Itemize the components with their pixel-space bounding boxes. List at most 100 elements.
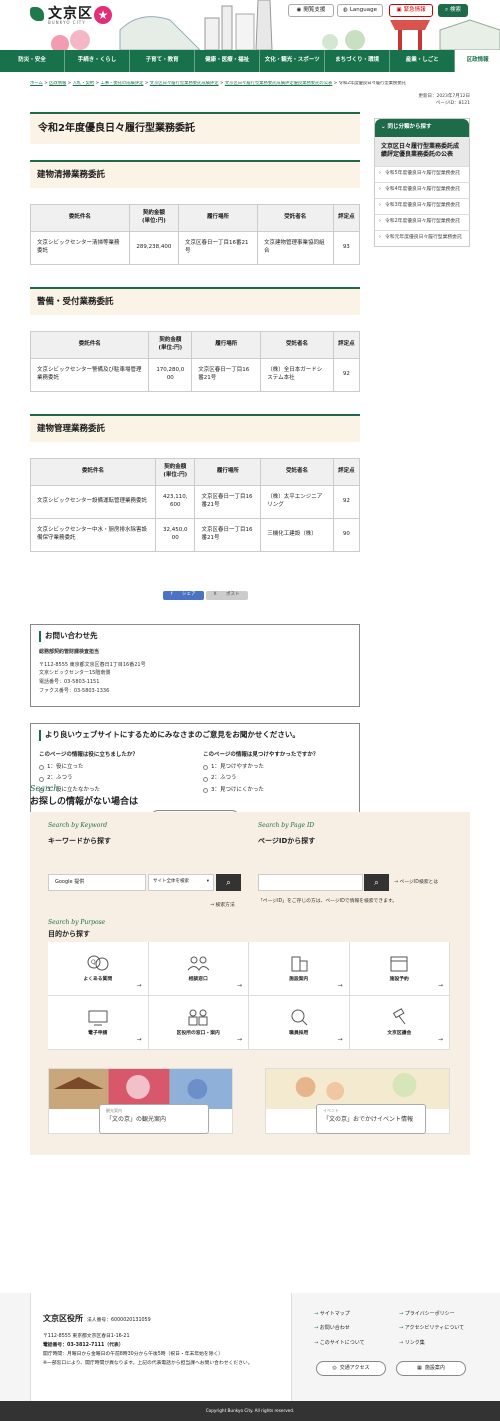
cell-place: 文京区春日一丁目16番21号 (178, 230, 258, 265)
gnav-item-culture[interactable]: 文化・観光・スポーツ (260, 50, 326, 72)
reading-support-button[interactable]: ◉ 閲覧支援 (288, 4, 334, 17)
pageid-input[interactable] (258, 874, 363, 891)
purpose-assembly[interactable]: 文京区議会 → (349, 996, 450, 1050)
gnav-item-health[interactable]: 健康・医療・福祉 (195, 50, 261, 72)
gnav-item-admin[interactable]: 区政情報 (455, 50, 500, 72)
sidebar-item[interactable]: 令和元年度優良日々履行型業務委託 (375, 229, 469, 246)
radio-option[interactable]: 1：見つけやすかった (203, 764, 353, 772)
keyword-search-button[interactable]: ⌕ (216, 874, 241, 891)
purpose-reservation[interactable]: 施設予約 → (349, 942, 450, 996)
arrow-right-icon: → (136, 1036, 142, 1044)
radio-button[interactable] (39, 765, 44, 771)
contact-title: お問い合わせ先 (39, 631, 351, 642)
sidebar-item[interactable]: 令和4年度優良日々履行型業務委託 (375, 181, 469, 198)
footer-link-about[interactable]: このサイトについて (314, 1340, 399, 1347)
gnav-item-childcare[interactable]: 子育て・教育 (130, 50, 196, 72)
cell-contractor: 三機化工建設（株） (260, 517, 334, 552)
sidebar-item[interactable]: 令和2年度優良日々履行型業務委託 (375, 213, 469, 230)
radio-label: 1：役に立った (47, 763, 84, 770)
col-header: 委託件名 (29, 457, 157, 486)
facebook-share-button[interactable]: f シェア (163, 591, 204, 600)
x-post-button[interactable]: X ポスト (205, 591, 248, 600)
breadcrumb-link[interactable]: 文京区日々履行型業務委託成績評定優良業務委託の公表 (225, 81, 332, 86)
sidebar-current[interactable]: 文京区日々履行型業務委託成績評定優良業務委託の公表 (375, 136, 469, 166)
purpose-city-office[interactable]: 区役所の窓口・案内 → (148, 996, 249, 1050)
sidebar: ⌄ 同じ分類から探す 文京区日々履行型業務委託成績評定優良業務委託の公表 令和5… (374, 118, 470, 247)
radio-option[interactable]: 2：ふつう (203, 775, 353, 783)
language-button[interactable]: ◍ Language (337, 4, 383, 17)
pageid-search-button[interactable]: ⌕ (364, 874, 389, 891)
sidebar-item[interactable]: 令和5年度優良日々履行型業務委託 (375, 165, 469, 182)
updated-date: 更新日：2023年7月12日 (418, 94, 470, 99)
purpose-faq[interactable]: Q よくある質問 → (48, 942, 149, 996)
facility-guide-button[interactable]: ▦ 施設案内 (396, 1361, 466, 1376)
contact-dept: 総務部契約管財課検査担当 (39, 648, 100, 655)
pageid-help-label: ページID検索とは (399, 880, 439, 885)
pageid-help-link[interactable]: → ページID検索とは (394, 880, 438, 887)
gnav-item-living[interactable]: 手続き・くらし (65, 50, 131, 72)
contact-details: 〒112-8555 東京都文京区春日1丁目16番21号 文京シビックセンター15… (39, 661, 351, 696)
tourism-banner[interactable]: 観光案内 「文の京」の観光案内 (48, 1068, 233, 1134)
keyword-search-input[interactable]: Google 提供 (48, 874, 146, 891)
access-button[interactable]: ◎ 交通アクセス (316, 1361, 386, 1376)
access-label: 交通アクセス (339, 1364, 370, 1371)
banner-kicker: 観光案内 (106, 1108, 122, 1113)
sidebar-item[interactable]: 令和3年度優良日々履行型業務委託 (375, 197, 469, 214)
corporate-number: 法人番号：6000020131059 (87, 1318, 151, 1323)
calendar-icon (390, 956, 408, 972)
col-header: 委託件名 (29, 330, 150, 359)
global-nav: 防災・安全 手続き・くらし 子育て・教育 健康・医療・福祉 文化・観光・スポーツ… (0, 50, 500, 72)
footer-link-links[interactable]: リンク集 (399, 1340, 484, 1347)
purpose-facilities[interactable]: 施設案内 → (249, 942, 350, 996)
breadcrumb-link[interactable]: 区政情報 (49, 81, 66, 86)
radio-option[interactable]: 3：見つけにくかった (203, 787, 353, 795)
search-method-link[interactable]: → 検索方法 (210, 903, 235, 910)
survey-question-1: このページの情報は役に立ちましたか？ 1：役に立った 2：ふつう 3：役に立たな… (39, 752, 189, 798)
col-header: 履行場所 (194, 457, 262, 486)
breadcrumb-link[interactable]: 工事・委託の成績評定 (100, 81, 143, 86)
header-search-button[interactable]: ⌕ 検索 (438, 4, 468, 17)
arrow-right-icon: → (437, 982, 443, 990)
cell-place: 文京区春日一丁目16番21号 (194, 517, 262, 552)
breadcrumb-link[interactable]: 文京区日々履行型業務委託成績評定 (150, 81, 219, 86)
office-name: 文京区役所 (43, 1314, 83, 1323)
radio-button[interactable] (203, 788, 208, 794)
office-note: ※一部窓口により、開庁時間が異なります。上記の代表電話から担当課へお問い合わせく… (43, 1360, 253, 1366)
radio-button[interactable] (203, 765, 208, 771)
cell-name: 文京シビックセンター中水・厨房排水除害設備保守業務委託 (29, 517, 157, 552)
footer-links: サイトマップ プライバシーポリシー お問い合わせ アクセシビリティについて この… (314, 1311, 484, 1347)
footer-link-accessibility[interactable]: アクセシビリティについて (399, 1325, 484, 1332)
footer-link-privacy[interactable]: プライバシーポリシー (399, 1311, 484, 1318)
cell-place: 文京区春日一丁目16番21号 (194, 484, 262, 519)
col-header: 履行場所 (191, 330, 262, 359)
mascot-star-icon: ★ (94, 6, 112, 24)
table-row: 文京シビックセンター清掃等業務委託 289,238,400 文京区春日一丁目16… (30, 230, 361, 265)
event-banner[interactable]: イベント 「文の京」おでかけイベント情報 (265, 1068, 450, 1134)
tourism-card: 観光案内 「文の京」の観光案内 (99, 1104, 209, 1134)
breadcrumb-link[interactable]: 入札・契約 (73, 81, 94, 86)
gnav-item-town[interactable]: まちづくり・環境 (325, 50, 391, 72)
search-section-title: お探しの情報がない場合は (30, 797, 139, 807)
consultation-icon (187, 956, 210, 971)
purpose-consultation[interactable]: 相談窓口 → (148, 942, 249, 996)
search-scope-select[interactable]: サイト全体を検索 ▾ (148, 874, 214, 891)
gavel-icon (393, 1007, 406, 1024)
footer-link-sitemap[interactable]: サイトマップ (314, 1311, 399, 1318)
radio-option[interactable]: 3：役に立たなかった (39, 787, 189, 795)
radio-button[interactable] (203, 776, 208, 782)
gnav-item-safety[interactable]: 防災・安全 (0, 50, 66, 72)
emergency-info-button[interactable]: ▣ 緊急情報 (389, 4, 433, 17)
radio-option[interactable]: 1：役に立った (39, 764, 189, 772)
purpose-recruitment[interactable]: 職員採用 → (249, 996, 350, 1050)
caret-down-icon: ▾ (206, 879, 209, 885)
facebook-share-label: シェア (182, 592, 196, 598)
table-header-row: 委託件名 契約金額 (単位:円) 履行場所 受託者名 評定点 (29, 330, 361, 359)
footer-link-contact[interactable]: お問い合わせ (314, 1325, 399, 1332)
radio-option[interactable]: 2：ふつう (39, 775, 189, 783)
radio-button[interactable] (39, 776, 44, 782)
page-meta: 更新日：2023年7月12日 ページID：8121 (418, 93, 470, 107)
gnav-item-industry[interactable]: 産業・しごと (390, 50, 456, 72)
breadcrumb-link[interactable]: ホーム (30, 81, 43, 86)
purpose-e-application[interactable]: 電子申請 → (48, 996, 149, 1050)
copyright: Copyright Bunkyo City. All rights reserv… (0, 1401, 500, 1421)
